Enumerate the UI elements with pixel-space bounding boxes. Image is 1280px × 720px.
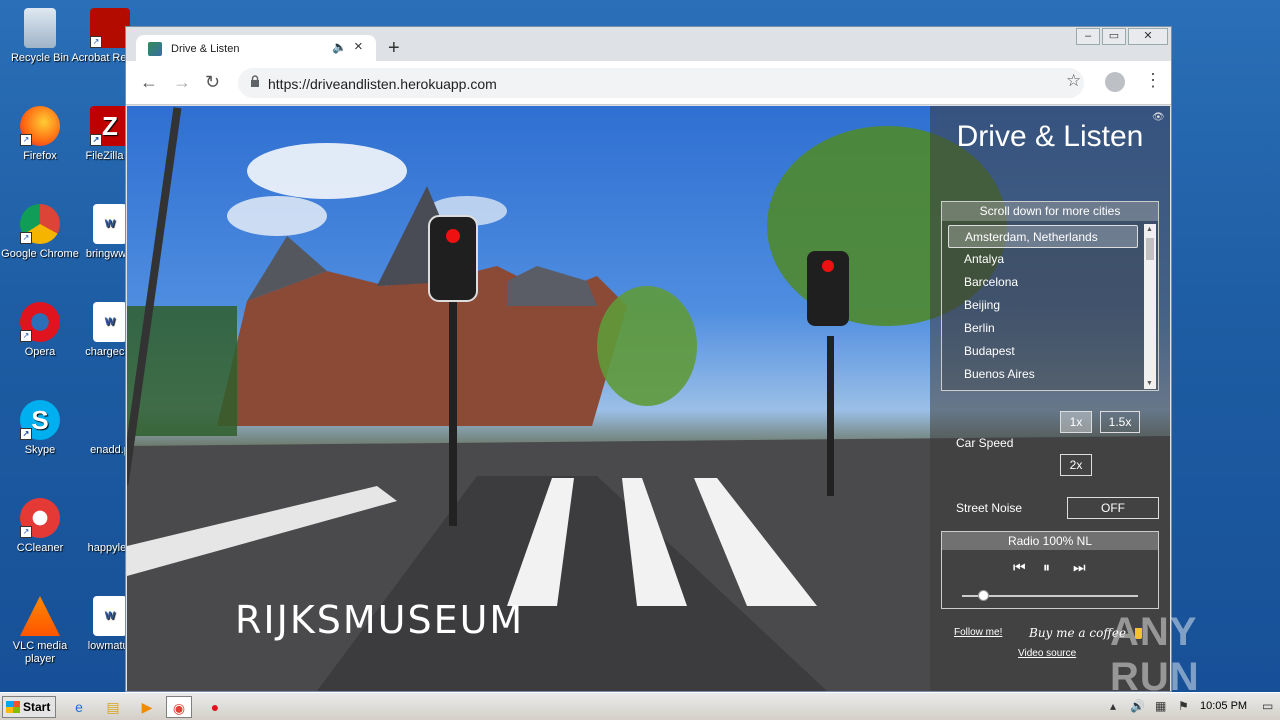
radio-station-name: Radio 100% NL [942,532,1158,550]
previous-station-icon[interactable]: ⏮ [1013,559,1026,576]
close-window-button[interactable]: ✕ [1128,28,1168,45]
media-player-taskbar-icon[interactable]: ▶ [134,696,160,718]
speaker-icon[interactable]: 🔈 [332,40,347,54]
back-icon[interactable]: ← [140,72,158,92]
new-tab-button[interactable]: + [388,38,400,58]
desktop-icon-firefox[interactable]: ↗ Firefox [0,106,80,163]
network-tray-icon[interactable]: ▦ [1155,699,1166,713]
desktop-icon-label: VLC media player [12,640,68,665]
chrome-icon: ↗ [20,204,60,244]
page-content: RIJKSMUSEUM 👁 Drive & Listen Scroll down… [127,106,1170,691]
desktop-icon-label: Skype [24,444,56,456]
city-option-beijing[interactable]: Beijing [948,294,1138,317]
city-list-scrollbar[interactable]: ▲ ▼ [1144,224,1156,389]
ie-taskbar-icon[interactable]: e [66,696,92,718]
tab-title: Drive & Listen [171,43,240,55]
city-option-antalya[interactable]: Antalya [948,248,1138,271]
desktop-icon-chrome[interactable]: ↗ Google Chrome [0,204,80,261]
desktop-icon-skype[interactable]: S ↗ Skype [0,400,80,457]
start-button[interactable]: Start [2,696,56,718]
acrobat-icon: ↗ [90,8,130,48]
favicon-icon [148,42,162,56]
action-center-flag-icon[interactable]: ⚑ [1178,699,1189,713]
browser-window: Drive & Listen 🔈 × + – ▭ ✕ ← → ↻ https:/… [125,26,1172,692]
browser-menu-icon[interactable]: ⋮ [1144,70,1162,91]
volume-slider-knob[interactable] [978,590,990,601]
lock-icon [251,75,259,87]
desktop-icon-label: enadd.p [90,444,130,456]
chrome-taskbar-icon[interactable]: ◉ [166,696,192,718]
speed-2x-button[interactable]: 2x [1060,454,1092,476]
start-label: Start [23,700,51,714]
file-icon [90,498,130,538]
city-option-buenos-aires[interactable]: Buenos Aires [948,363,1138,386]
minimize-button[interactable]: – [1076,28,1100,45]
tab-bar: Drive & Listen 🔈 × + – ▭ ✕ [126,27,1171,62]
landmark-caption: RIJKSMUSEUM [235,598,525,642]
explorer-taskbar-icon[interactable]: ▤ [100,696,126,718]
desktop-icon-label: Recycle Bin [10,52,70,64]
street-noise-toggle[interactable]: OFF [1067,497,1159,519]
word-doc-icon: W [93,596,127,636]
control-panel: 👁 Drive & Listen Scroll down for more ci… [930,106,1170,691]
taskbar: Start e ▤ ▶ ◉ ● ▴ 🔊 ▦ ⚑ 10:05 PM ▭ [0,692,1280,720]
video-source-link[interactable]: Video source [1018,648,1076,659]
desktop-icon-label: Opera [24,346,56,358]
skype-icon: S ↗ [20,400,60,440]
url-text: https://driveandlisten.herokuapp.com [268,76,497,92]
city-option-budapest[interactable]: Budapest [948,340,1138,363]
scrollbar-thumb[interactable] [1146,238,1154,260]
tray-expand-icon[interactable]: ▴ [1110,699,1116,713]
file-icon [90,400,130,440]
bookmark-star-icon[interactable]: ☆ [1066,71,1081,91]
word-doc-icon: W [93,302,127,342]
opera-taskbar-icon[interactable]: ● [202,696,228,718]
desktop-icon-label: Google Chrome [1,248,79,260]
desktop-icon-vlc[interactable]: VLC media player [0,596,80,666]
windows-logo-icon [6,701,20,713]
filezilla-icon: Z ↗ [90,106,130,146]
city-option-barcelona[interactable]: Barcelona [948,271,1138,294]
vlc-icon [20,596,60,636]
street-noise-label: Street Noise [956,501,1023,515]
city-selector[interactable]: Scroll down for more cities Amsterdam, N… [941,201,1159,391]
scroll-down-icon[interactable]: ▼ [1146,380,1153,387]
speed-1-5x-button[interactable]: 1.5x [1100,411,1140,433]
desktop-icon-opera[interactable]: ↗ Opera [0,302,80,359]
show-desktop-icon[interactable]: ▭ [1262,699,1273,713]
reload-icon[interactable]: ↻ [205,72,220,92]
maximize-button[interactable]: ▭ [1102,28,1126,45]
city-list[interactable]: Amsterdam, Netherlands Antalya Barcelona… [948,225,1138,386]
address-bar[interactable]: https://driveandlisten.herokuapp.com [238,68,1084,98]
desktop-icon-label: CCleaner [16,542,64,554]
opera-icon: ↗ [20,302,60,342]
car-speed-label: Car Speed [956,436,1014,450]
follow-me-link[interactable]: Follow me! [954,627,1002,638]
city-option-berlin[interactable]: Berlin [948,317,1138,340]
close-tab-icon[interactable]: × [354,38,363,55]
speed-1x-button[interactable]: 1x [1060,411,1092,433]
desktop-icon-recycle-bin[interactable]: Recycle Bin [0,8,80,65]
desktop-icon-ccleaner[interactable]: ↗ CCleaner [0,498,80,555]
next-station-icon[interactable]: ⏭ [1073,559,1086,576]
browser-tab[interactable]: Drive & Listen 🔈 × [136,35,376,62]
account-avatar[interactable] [1105,72,1125,92]
firefox-icon: ↗ [20,106,60,146]
word-doc-icon: W [93,204,127,244]
volume-tray-icon[interactable]: 🔊 [1130,699,1145,713]
city-option-amsterdam[interactable]: Amsterdam, Netherlands [948,225,1138,248]
browser-toolbar: ← → ↻ https://driveandlisten.herokuapp.c… [126,61,1171,105]
pause-icon[interactable]: ⏸ [1043,559,1050,576]
ccleaner-icon: ↗ [20,498,60,538]
forward-icon[interactable]: → [173,72,191,92]
radio-player: Radio 100% NL ⏮ ⏸ ⏭ [941,531,1159,609]
recycle-bin-icon [24,8,56,48]
desktop-icon-label: Firefox [23,150,57,162]
anyrun-watermark: ANY RUN [1110,610,1200,699]
app-title: Drive & Listen [956,120,1144,153]
taskbar-clock[interactable]: 10:05 PM [1200,700,1247,712]
scroll-up-icon[interactable]: ▲ [1146,226,1153,233]
city-list-header: Scroll down for more cities [942,202,1158,221]
